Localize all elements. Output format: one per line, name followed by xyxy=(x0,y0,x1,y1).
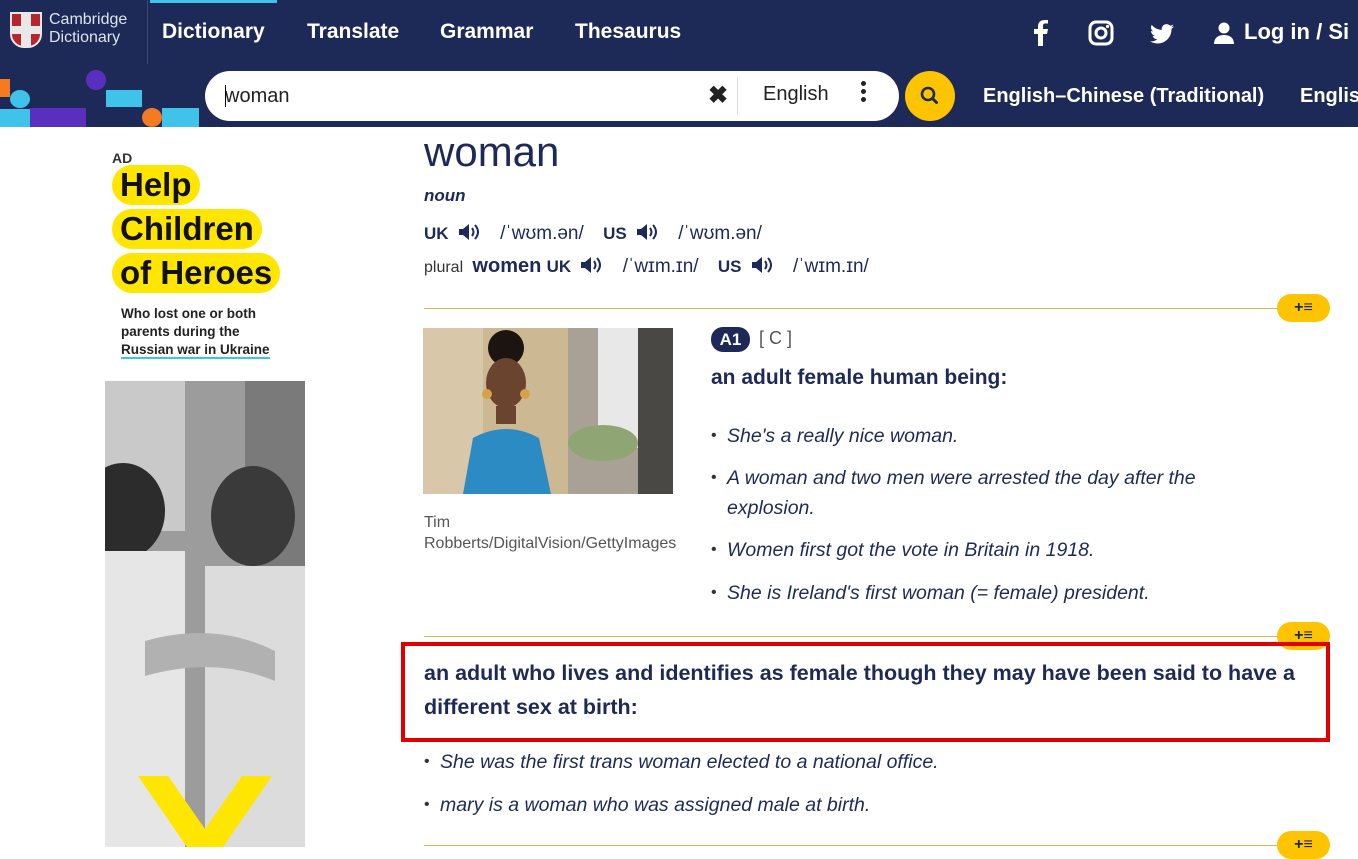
example-list: She's a really nice woman. A woman and t… xyxy=(711,421,1271,608)
example-list: She was the first trans woman elected to… xyxy=(424,747,1284,820)
headword: woman xyxy=(424,128,560,175)
instagram-icon[interactable] xyxy=(1088,20,1114,46)
decorative-shape xyxy=(106,90,142,107)
twitter-icon[interactable] xyxy=(1150,24,1174,44)
sense-divider xyxy=(424,845,1330,846)
decorative-shape xyxy=(0,109,30,127)
region-label-us: US xyxy=(717,257,742,276)
logo-text-line2: Dictionary xyxy=(49,29,121,46)
woman-photo[interactable] xyxy=(423,328,673,494)
plural-ipa-uk: /ˈwɪm.ɪn/ xyxy=(622,256,699,277)
dictionary-link-english[interactable]: Englis xyxy=(1300,64,1358,127)
photo-credit: Tim Robberts/DigitalVision/GettyImages xyxy=(424,514,677,552)
ad-subtext-line: parents during the xyxy=(121,324,240,339)
region-label-uk: UK xyxy=(424,224,449,243)
ad-subtext-line: Who lost one or both xyxy=(121,306,256,321)
sense-divider xyxy=(424,636,1330,637)
example-sentence: A woman and two men were arrested the da… xyxy=(711,463,1271,523)
ad-subtext: Who lost one or both parents during the … xyxy=(121,305,321,359)
cambridge-dictionary-logo[interactable]: Cambridge Dictionary xyxy=(0,0,148,64)
audio-us-icon[interactable] xyxy=(750,255,774,275)
add-to-word-list-button[interactable]: +≡ xyxy=(1277,294,1330,322)
region-label-uk: UK xyxy=(546,257,572,276)
top-nav-bar: Cambridge Dictionary Dictionary Translat… xyxy=(0,0,1358,64)
login-button[interactable]: Log in / Si xyxy=(1214,0,1349,64)
audio-uk-icon[interactable] xyxy=(579,255,603,275)
cambridge-crest-icon xyxy=(10,12,42,48)
grammar-code[interactable]: [ C ] xyxy=(759,328,792,349)
cefr-level-badge[interactable]: A1 xyxy=(711,327,750,352)
example-sentence: She's a really nice woman. xyxy=(711,421,1271,451)
login-label: Log in / Si xyxy=(1244,19,1350,44)
plural-pronunciation-row: plural women UK /ˈwɪm.ɪn/ US /ˈwɪm.ɪn/ xyxy=(424,255,883,278)
decorative-shape xyxy=(30,108,86,127)
ad-headline-line: of Heroes xyxy=(112,253,281,293)
ad-subtext-line: Russian war in Ukraine xyxy=(121,342,270,359)
ad-headline-line: Children xyxy=(112,209,262,249)
language-select[interactable]: English xyxy=(763,83,829,106)
dictionary-link-english-chinese-traditional[interactable]: English–Chinese (Traditional) xyxy=(983,64,1264,127)
clear-search-icon[interactable]: ✖ xyxy=(705,83,731,109)
part-of-speech: noun xyxy=(424,186,466,205)
children-photo xyxy=(105,381,305,847)
more-options-icon[interactable] xyxy=(855,81,871,107)
divider xyxy=(737,77,738,115)
add-to-word-list-button[interactable]: +≡ xyxy=(1277,831,1330,859)
example-sentence: mary is a woman who was assigned male at… xyxy=(424,790,1284,820)
ad-label: AD xyxy=(112,150,133,166)
logo-text-line1: Cambridge xyxy=(49,11,128,28)
pronunciation-row: UK /ˈwʊm.ən/ US /ˈwʊm.ən/ xyxy=(424,222,776,245)
nav-grammar[interactable]: Grammar xyxy=(440,0,533,64)
ad-image-children[interactable] xyxy=(105,381,305,847)
search-bar-region: ✖ English English–Chinese (Traditional) … xyxy=(0,64,1358,127)
woman-photo-illustration xyxy=(423,328,673,494)
decorative-shape xyxy=(0,79,10,97)
decorative-shape xyxy=(10,90,30,108)
ipa-us: /ˈwʊm.ən/ xyxy=(678,223,762,244)
facebook-icon[interactable] xyxy=(1033,20,1049,46)
nav-dictionary[interactable]: Dictionary xyxy=(150,0,277,64)
sense-divider xyxy=(424,308,1330,309)
nav-thesaurus[interactable]: Thesaurus xyxy=(575,0,681,64)
text-caret xyxy=(225,85,226,107)
definition: an adult female human being: xyxy=(711,366,1008,389)
example-sentence: Women first got the vote in Britain in 1… xyxy=(711,535,1271,565)
ad-headline-line: Help xyxy=(112,165,200,205)
plural-word: women xyxy=(472,255,542,277)
decorative-shape xyxy=(162,108,199,127)
example-sentence: She was the first trans woman elected to… xyxy=(424,747,1284,777)
plural-label: plural xyxy=(424,259,464,276)
search-button[interactable] xyxy=(905,71,955,121)
decorative-shape xyxy=(86,70,106,90)
audio-uk-icon[interactable] xyxy=(457,222,481,242)
plural-ipa-us: /ˈwɪm.ɪn/ xyxy=(793,256,869,277)
region-label-us: US xyxy=(603,224,627,243)
audio-us-icon[interactable] xyxy=(635,222,659,242)
decorative-shape xyxy=(142,108,162,127)
ad-headline[interactable]: Help Children of Heroes xyxy=(112,165,281,297)
example-sentence: She is Ireland's first woman (= female) … xyxy=(711,578,1271,608)
search-box: ✖ English xyxy=(205,71,899,121)
search-input[interactable] xyxy=(225,83,695,109)
highlight-annotation-box xyxy=(401,642,1330,742)
ipa-uk: /ˈwʊm.ən/ xyxy=(500,223,584,244)
user-icon xyxy=(1214,22,1234,45)
search-icon xyxy=(920,86,938,104)
nav-translate[interactable]: Translate xyxy=(307,0,399,64)
